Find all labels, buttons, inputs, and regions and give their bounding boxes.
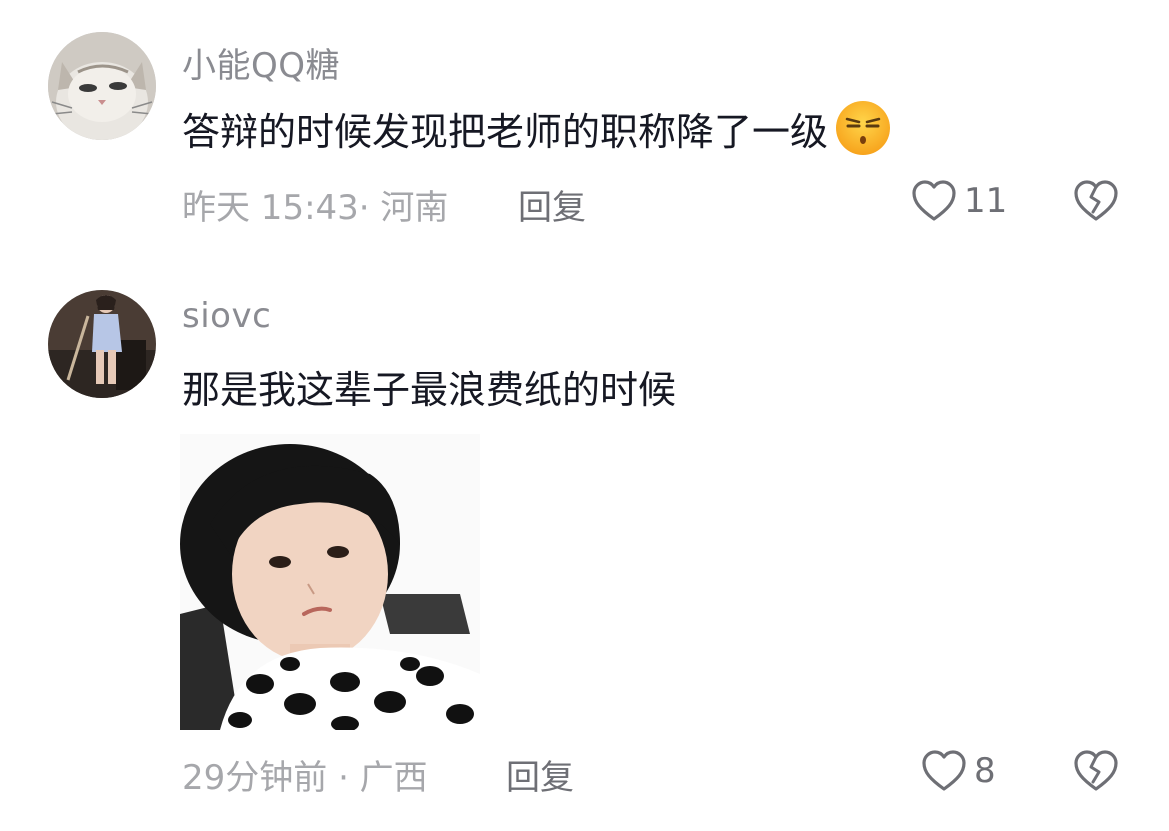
- comment-meta: 昨天 15:43· 河南: [182, 188, 449, 228]
- comment-text: 那是我这辈子最浪费纸的时候: [182, 358, 676, 414]
- avatar[interactable]: [48, 32, 156, 140]
- broken-heart-icon: [1074, 180, 1118, 221]
- like-button[interactable]: 8: [920, 748, 996, 794]
- comment-item: siovc 那是我这辈子最浪费纸的时候 29分钟前 · 广西 回复 8: [0, 270, 1169, 831]
- avatar[interactable]: [48, 290, 156, 398]
- reply-button[interactable]: 回复: [518, 180, 586, 229]
- like-count: 11: [964, 181, 1008, 221]
- cat-avatar-icon: [48, 32, 156, 140]
- smirking-face-emoji-icon: [836, 101, 891, 155]
- comment-text-content: 那是我这辈子最浪费纸的时候: [182, 367, 677, 412]
- person-avatar-icon: [48, 290, 156, 398]
- child-meme-sticker[interactable]: [180, 434, 480, 730]
- username[interactable]: 小能QQ糖: [182, 38, 340, 87]
- broken-heart-icon: [1074, 750, 1118, 791]
- comment-text-content: 答辩的时候发现把老师的职称降了一级: [182, 109, 829, 154]
- comment-item: 小能QQ糖 答辩的时候发现把老师的职称降了一级 昨天 15:43· 河南 回复 …: [0, 0, 1169, 250]
- dislike-button[interactable]: [1072, 748, 1120, 798]
- comment-text: 答辩的时候发现把老师的职称降了一级: [182, 98, 892, 158]
- heart-outline-icon: [922, 750, 966, 791]
- like-count: 8: [974, 751, 996, 791]
- comment-meta: 29分钟前 · 广西: [182, 758, 428, 798]
- reply-button[interactable]: 回复: [506, 750, 574, 799]
- heart-outline-icon: [912, 180, 956, 221]
- username[interactable]: siovc: [182, 296, 271, 336]
- dislike-button[interactable]: [1072, 178, 1120, 228]
- sticker-image: [180, 434, 480, 730]
- like-button[interactable]: 11: [910, 178, 1007, 224]
